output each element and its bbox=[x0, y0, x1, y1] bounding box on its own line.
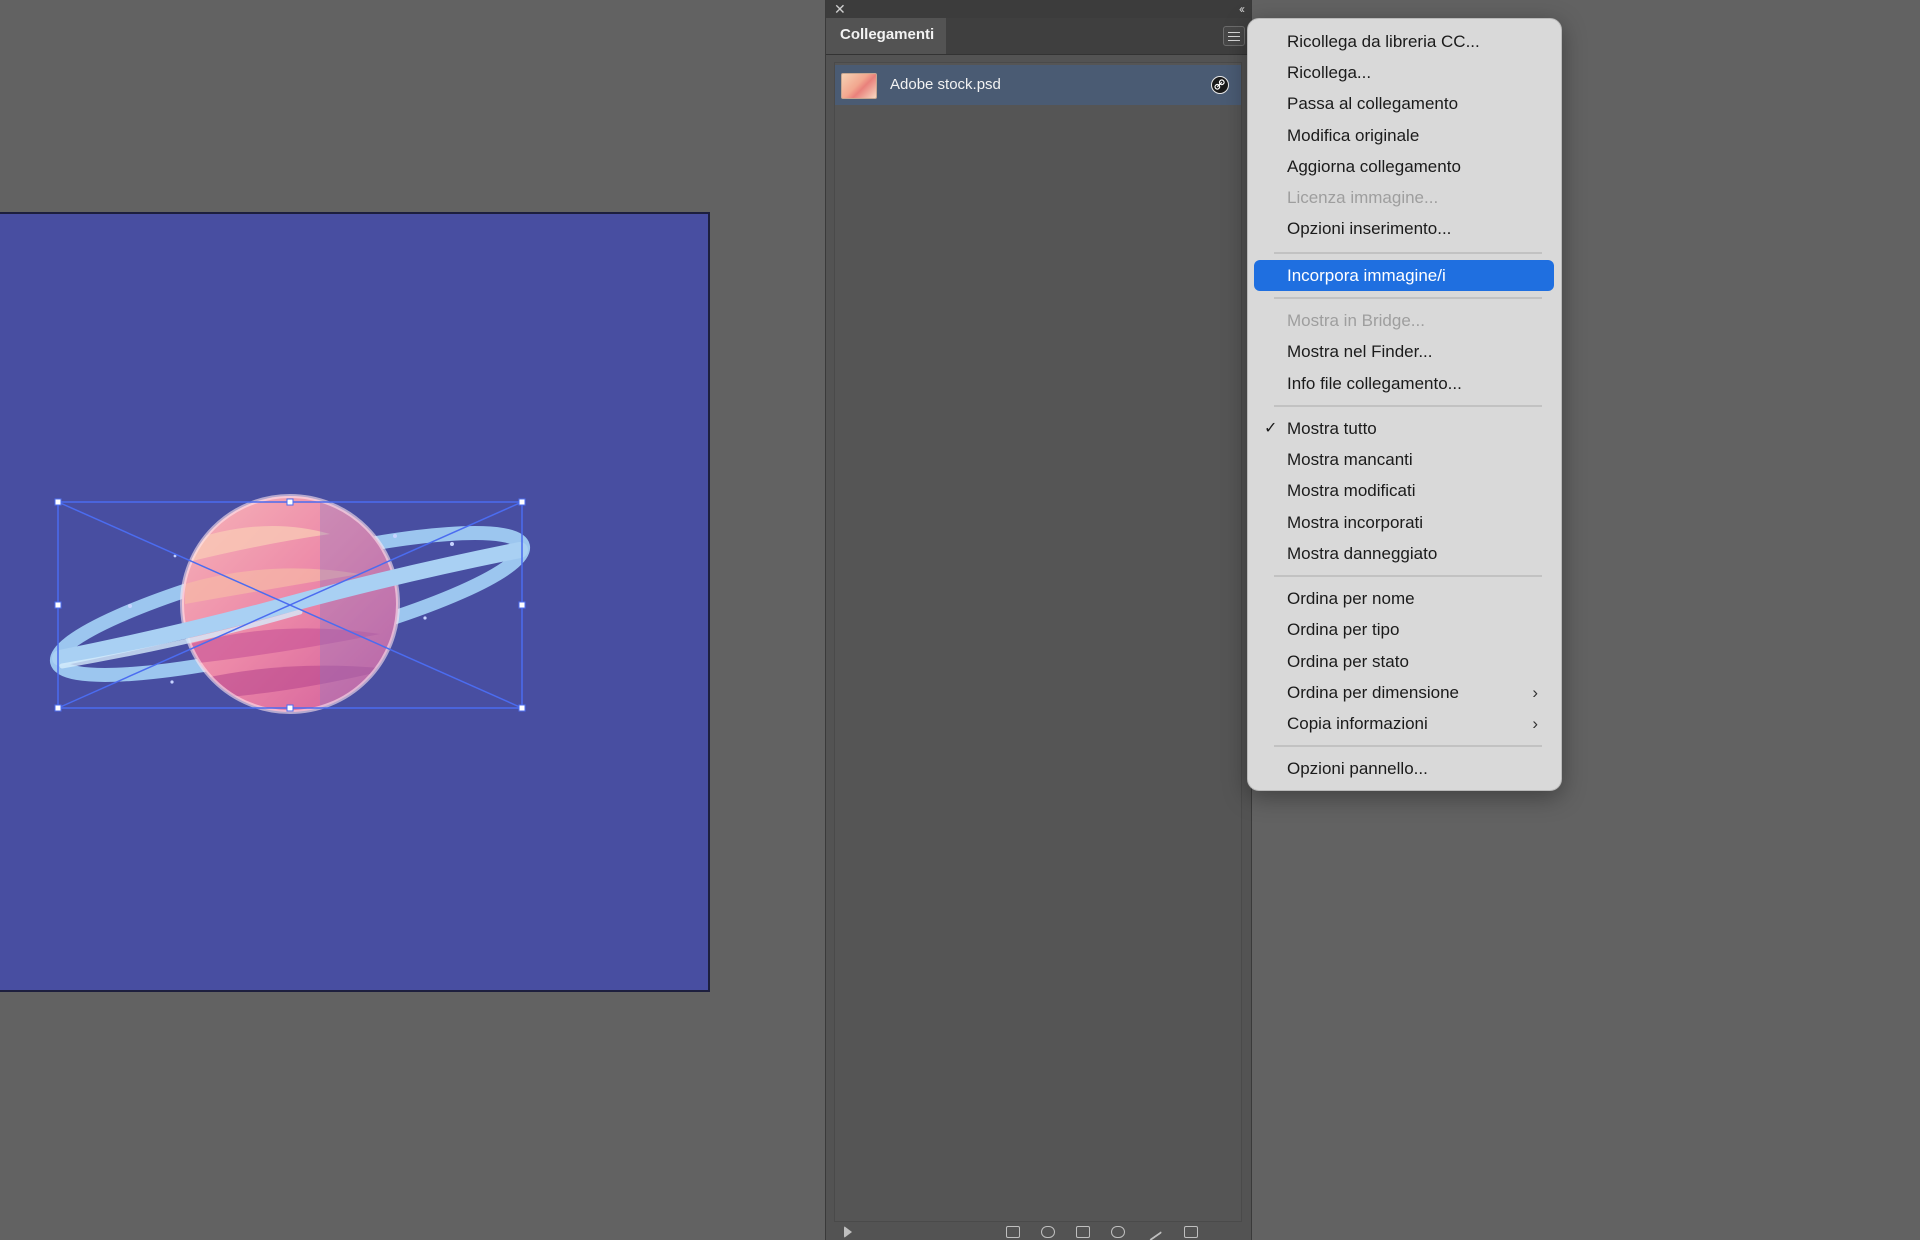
menu-separator bbox=[1274, 297, 1542, 299]
menu-item-sort-by-size[interactable]: Ordina per dimensione › bbox=[1254, 677, 1554, 708]
relink-cc-icon[interactable] bbox=[1006, 1226, 1020, 1238]
panel-context-menu: Ricollega da libreria CC... Ricollega...… bbox=[1247, 18, 1562, 791]
menu-item-reveal-in-finder[interactable]: Mostra nel Finder... bbox=[1254, 336, 1554, 367]
menu-item-show-modified[interactable]: Mostra modificati bbox=[1254, 475, 1554, 506]
artboard[interactable] bbox=[0, 212, 710, 992]
panel-tab-bar: Collegamenti bbox=[826, 18, 1251, 55]
panel-top-bar: ✕ ‹‹ bbox=[826, 0, 1251, 18]
menu-item-reveal-in-bridge: Mostra in Bridge... bbox=[1287, 311, 1425, 330]
panel-menu-button[interactable] bbox=[1223, 26, 1245, 46]
menu-item-panel-options[interactable]: Opzioni pannello... bbox=[1254, 753, 1554, 784]
close-icon[interactable]: ✕ bbox=[834, 0, 846, 18]
menu-item-embed-images[interactable]: Incorpora immagine/i bbox=[1254, 260, 1554, 291]
link-name: Adobe stock.psd bbox=[890, 76, 1001, 93]
menu-separator bbox=[1274, 405, 1542, 407]
panel-footer-toolbar bbox=[826, 1222, 1251, 1240]
menu-item-edit-original[interactable]: Modifica originale bbox=[1254, 120, 1554, 151]
trash-icon[interactable] bbox=[1184, 1226, 1198, 1238]
play-icon[interactable] bbox=[844, 1226, 852, 1238]
menu-separator bbox=[1274, 252, 1542, 254]
menu-item-placement-options[interactable]: Opzioni inserimento... bbox=[1254, 213, 1554, 244]
menu-separator bbox=[1274, 575, 1542, 577]
menu-item-copy-info[interactable]: Copia informazioni › bbox=[1254, 708, 1554, 739]
menu-item-show-missing[interactable]: Mostra mancanti bbox=[1254, 444, 1554, 475]
link-thumbnail bbox=[841, 73, 877, 99]
links-panel: ✕ ‹‹ Collegamenti Adobe stock.psd bbox=[825, 0, 1252, 1240]
collapse-icon[interactable]: ‹‹ bbox=[1239, 0, 1245, 18]
list-item[interactable]: Adobe stock.psd bbox=[835, 65, 1241, 105]
menu-item-go-to-link[interactable]: Passa al collegamento bbox=[1254, 88, 1554, 119]
menu-item-link-file-info[interactable]: Info file collegamento... bbox=[1254, 368, 1554, 399]
menu-item-relink-cc[interactable]: Ricollega da libreria CC... bbox=[1254, 26, 1554, 57]
menu-item-show-damaged[interactable]: Mostra danneggiato bbox=[1254, 538, 1554, 569]
tab-links[interactable]: Collegamenti bbox=[826, 18, 946, 54]
edit-original-icon[interactable] bbox=[1143, 1223, 1163, 1240]
menu-item-sort-by-status[interactable]: Ordina per stato bbox=[1254, 646, 1554, 677]
planet-artwork[interactable] bbox=[0, 214, 710, 994]
chevron-right-icon: › bbox=[1532, 714, 1538, 733]
menu-item-show-all[interactable]: ✓ Mostra tutto bbox=[1254, 413, 1554, 444]
illustrator-workspace: ✕ ‹‹ Collegamenti Adobe stock.psd Ricoll… bbox=[0, 0, 1920, 1240]
menu-separator bbox=[1274, 745, 1542, 747]
menu-item-relink[interactable]: Ricollega... bbox=[1254, 57, 1554, 88]
update-link-icon[interactable] bbox=[1111, 1226, 1125, 1238]
go-to-link-icon[interactable] bbox=[1076, 1226, 1090, 1238]
hamburger-icon bbox=[1228, 32, 1240, 33]
menu-item-show-embedded[interactable]: Mostra incorporati bbox=[1254, 507, 1554, 538]
links-list[interactable]: Adobe stock.psd bbox=[834, 62, 1242, 1222]
menu-item-license-image: Licenza immagine... bbox=[1287, 188, 1439, 207]
menu-item-sort-by-name[interactable]: Ordina per nome bbox=[1254, 583, 1554, 614]
relink-icon[interactable] bbox=[1041, 1226, 1055, 1238]
menu-item-update-link[interactable]: Aggiorna collegamento bbox=[1254, 151, 1554, 182]
menu-item-sort-by-type[interactable]: Ordina per tipo bbox=[1254, 614, 1554, 645]
checkmark-icon: ✓ bbox=[1264, 420, 1278, 437]
link-icon bbox=[1211, 76, 1229, 94]
chevron-right-icon: › bbox=[1532, 683, 1538, 702]
